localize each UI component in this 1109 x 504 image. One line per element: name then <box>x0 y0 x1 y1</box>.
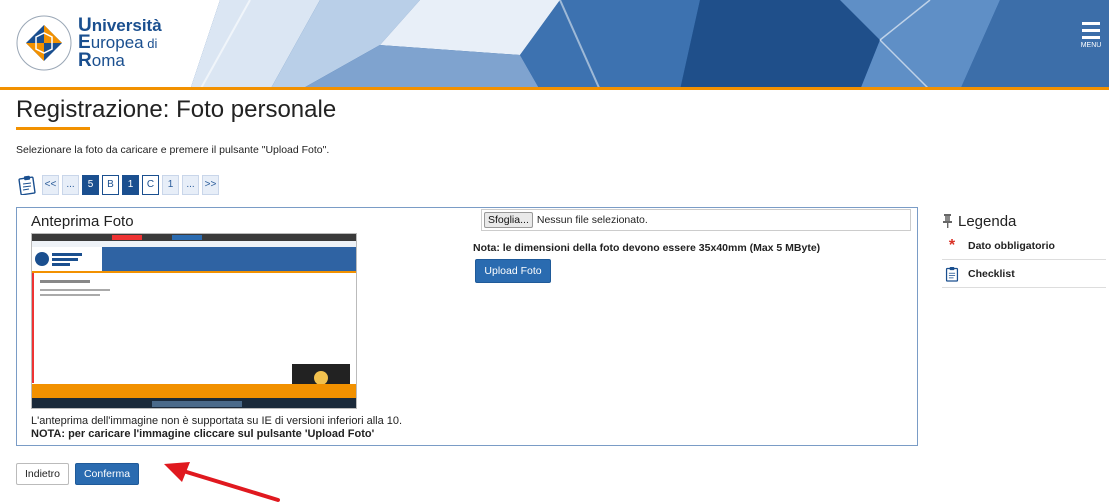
logo-word-3: oma <box>91 51 125 70</box>
menu-label: MENU <box>1080 42 1102 49</box>
checklist-clipboard-icon[interactable] <box>18 175 36 195</box>
step-c[interactable]: C <box>142 174 159 195</box>
photo-preview-image <box>31 233 357 409</box>
upload-photo-button[interactable]: Upload Foto <box>475 259 551 283</box>
photo-size-note: Nota: le dimensioni della foto devono es… <box>473 242 821 254</box>
logo-word-2: uropea <box>90 33 144 52</box>
title-underline <box>16 127 90 130</box>
step-current[interactable]: 1 <box>122 174 139 195</box>
clipboard-icon <box>942 266 962 282</box>
header-accent-bar <box>0 87 1109 90</box>
preview-title: Anteprima Foto <box>31 213 134 230</box>
step-b[interactable]: B <box>102 174 119 195</box>
step-ellipsis-left[interactable]: ... <box>62 174 79 195</box>
page-instructions: Selezionare la foto da caricare e premer… <box>16 144 330 156</box>
logo-word-di: di <box>143 36 158 51</box>
university-logo[interactable]: Università Europea di Roma <box>14 8 179 78</box>
step-5[interactable]: 5 <box>82 174 99 195</box>
registration-steps-nav: << ... 5 B 1 C 1 ... >> <box>18 174 222 195</box>
photo-upload-panel: Anteprima Foto L'anteprima dell'immagine… <box>16 207 918 446</box>
legend-header: Legenda <box>942 210 1106 232</box>
legend-required-label: Dato obbligatorio <box>968 239 1055 252</box>
file-status: Nessun file selezionato. <box>536 214 648 226</box>
preview-screenshot-thumbnail <box>32 234 356 408</box>
menu-button[interactable]: MENU <box>1079 22 1103 62</box>
university-seal-icon <box>16 15 72 71</box>
legend-panel: Legenda * Dato obbligatorio Checklist <box>942 210 1106 288</box>
step-next[interactable]: 1 <box>162 174 179 195</box>
step-last[interactable]: >> <box>202 174 219 195</box>
site-header: Università Europea di Roma MENU <box>0 0 1109 90</box>
page-title: Registrazione: Foto personale <box>16 96 337 123</box>
legend-item-checklist: Checklist <box>942 260 1106 288</box>
back-button[interactable]: Indietro <box>16 463 69 485</box>
hamburger-icon <box>1079 22 1103 39</box>
browse-button[interactable]: Sfoglia... <box>484 212 533 228</box>
file-input[interactable]: Sfoglia... Nessun file selezionato. <box>481 209 911 231</box>
legend-checklist-label: Checklist <box>968 267 1015 280</box>
preview-ie-note: L'anteprima dell'immagine non è supporta… <box>31 415 403 427</box>
university-name: Università Europea di Roma <box>78 16 162 71</box>
legend-title: Legenda <box>958 212 1017 230</box>
legend-item-required: * Dato obbligatorio <box>942 232 1106 260</box>
step-first[interactable]: << <box>42 174 59 195</box>
pushpin-icon <box>943 214 952 228</box>
logo-letter-r: R <box>78 50 92 71</box>
red-arrow-annotation-icon <box>164 462 280 502</box>
preview-upload-note: NOTA: per caricare l'immagine cliccare s… <box>31 428 375 440</box>
step-ellipsis-right[interactable]: ... <box>182 174 199 195</box>
asterisk-icon: * <box>948 236 956 254</box>
confirm-button[interactable]: Conferma <box>75 463 139 485</box>
